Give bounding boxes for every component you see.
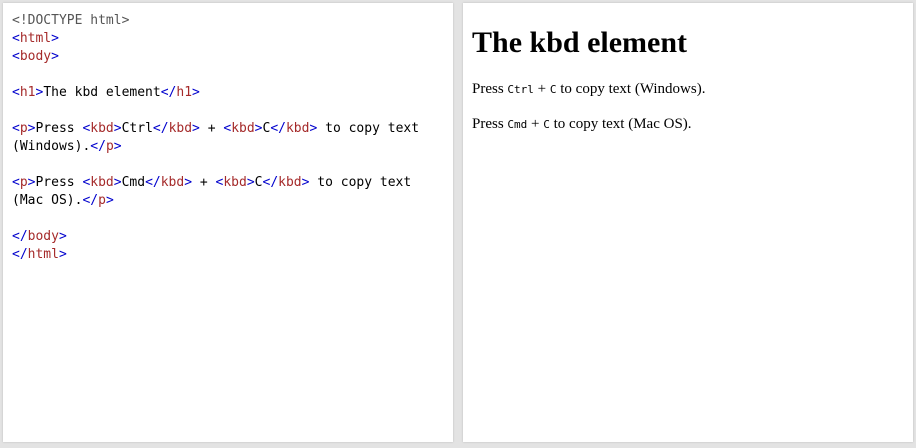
kbd-ctrl: Ctrl — [507, 83, 534, 96]
code-line-p2: <p>Press <kbd>Cmd</kbd> + <kbd>C</kbd> t… — [12, 175, 420, 208]
code-line-html-close: </html> — [12, 247, 67, 262]
code-editor[interactable]: <!DOCTYPE html> <html> <body> <h1>The kbd e… — [3, 3, 453, 264]
code-line-html-open: <html> — [12, 31, 59, 46]
code-line-p1: <p>Press <kbd>Ctrl</kbd> + <kbd>C</kbd> … — [12, 121, 427, 154]
result-paragraph-windows: Press Ctrl + C to copy text (Windows). — [472, 81, 706, 97]
code-line-doctype: <!DOCTYPE html> — [12, 13, 130, 28]
code-line-h1: <h1>The kbd element</h1> — [12, 85, 200, 100]
result-heading: The kbd element — [472, 26, 688, 59]
result-paragraph-mac: Press Cmd + C to copy text (Mac OS). — [472, 116, 692, 132]
tryit-workspace: <!DOCTYPE html> <html> <body> <h1>The kbd e… — [0, 0, 916, 448]
code-line-body-close: </body> — [12, 229, 67, 244]
kbd-c: C — [543, 118, 550, 131]
kbd-cmd: Cmd — [507, 118, 528, 131]
result-panel: The kbd element Press Ctrl + C to copy t… — [463, 3, 913, 442]
kbd-c: C — [549, 83, 557, 96]
result-document: The kbd element Press Ctrl + C to copy t… — [463, 25, 913, 134]
code-line-body-open: <body> — [12, 49, 59, 64]
code-editor-panel[interactable]: <!DOCTYPE html> <html> <body> <h1>The kbd e… — [3, 3, 453, 442]
